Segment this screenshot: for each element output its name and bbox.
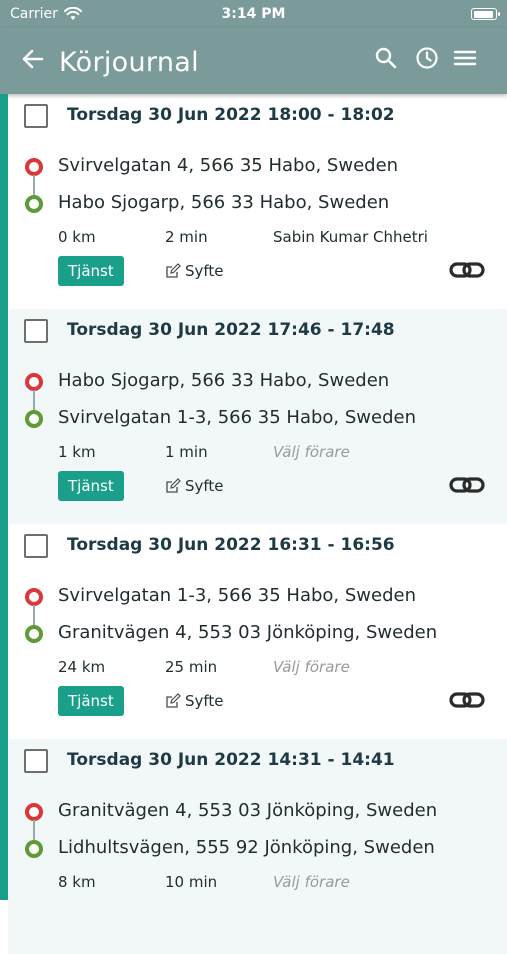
trip-card[interactable]: Torsdag 30 Jun 2022 17:46 - 17:48 Habo S…	[8, 309, 507, 524]
trip-distance: 8 km	[58, 873, 96, 891]
end-address: Habo Sjogarp, 566 33 Habo, Sweden	[58, 192, 390, 213]
route-connector	[33, 390, 35, 411]
trip-duration: 2 min	[165, 228, 208, 246]
trip-duration: 10 min	[165, 873, 218, 891]
edit-icon	[166, 478, 181, 493]
trip-checkbox[interactable]	[24, 749, 48, 773]
trip-card[interactable]: Torsdag 30 Jun 2022 14:31 - 14:41 Granit…	[8, 739, 507, 954]
end-location-icon	[25, 195, 43, 213]
link-icon[interactable]	[449, 258, 485, 282]
start-address: Svirvelgatan 1-3, 566 35 Habo, Sweden	[58, 585, 417, 606]
trip-card[interactable]: Torsdag 30 Jun 2022 18:00 - 18:02 Svirve…	[8, 94, 507, 309]
purpose-label: Syfte	[185, 477, 224, 495]
select-driver[interactable]: Välj förare	[273, 658, 350, 676]
start-address: Svirvelgatan 4, 566 35 Habo, Sweden	[58, 155, 399, 176]
battery-icon	[471, 8, 500, 20]
trip-date: Torsdag 30 Jun 2022 14:31 - 14:41	[67, 750, 395, 770]
purpose-button[interactable]: Syfte	[165, 477, 224, 495]
start-location-icon	[25, 158, 43, 176]
trip-checkbox[interactable]	[24, 104, 48, 128]
clock-icon[interactable]	[414, 45, 440, 71]
trip-duration: 1 min	[165, 443, 208, 461]
route-connector	[33, 175, 35, 196]
trip-checkbox[interactable]	[24, 319, 48, 343]
start-location-icon	[25, 803, 43, 821]
purpose-label: Syfte	[185, 692, 224, 710]
trip-type-tag[interactable]: Tjänst	[58, 686, 124, 716]
trip-date: Torsdag 30 Jun 2022 18:00 - 18:02	[67, 105, 395, 125]
trip-type-tag[interactable]: Tjänst	[58, 256, 124, 286]
start-location-icon	[25, 373, 43, 391]
start-address: Granitvägen 4, 553 03 Jönköping, Sweden	[58, 800, 438, 821]
link-icon[interactable]	[449, 473, 485, 497]
clock-time: 3:14 PM	[221, 6, 286, 22]
end-address: Lidhultsvägen, 555 92 Jönköping, Sweden	[58, 837, 435, 858]
end-location-icon	[25, 410, 43, 428]
trip-date: Torsdag 30 Jun 2022 17:46 - 17:48	[67, 320, 395, 340]
trip-checkbox[interactable]	[24, 534, 48, 558]
start-address: Habo Sjogarp, 566 33 Habo, Sweden	[58, 370, 390, 391]
status-bar: Carrier 3:14 PM	[0, 0, 507, 28]
trip-distance: 24 km	[58, 658, 106, 676]
search-icon[interactable]	[373, 45, 399, 71]
purpose-button[interactable]: Syfte	[165, 692, 224, 710]
trip-duration: 25 min	[165, 658, 218, 676]
select-driver[interactable]: Välj förare	[273, 443, 350, 461]
trip-list: Torsdag 30 Jun 2022 18:00 - 18:02 Svirve…	[8, 94, 507, 954]
select-driver[interactable]: Välj förare	[273, 873, 350, 891]
start-location-icon	[25, 588, 43, 606]
driver-name[interactable]: Sabin Kumar Chhetri	[273, 228, 428, 246]
end-address: Granitvägen 4, 553 03 Jönköping, Sweden	[58, 622, 438, 643]
edit-icon	[166, 263, 181, 278]
trip-card[interactable]: Torsdag 30 Jun 2022 16:31 - 16:56 Svirve…	[8, 524, 507, 739]
edit-icon	[166, 693, 181, 708]
menu-icon[interactable]	[452, 45, 478, 71]
route-connector	[33, 820, 35, 841]
end-location-icon	[25, 840, 43, 858]
trip-distance: 1 km	[58, 443, 96, 461]
page-title: Körjournal	[59, 47, 199, 78]
end-address: Svirvelgatan 1-3, 566 35 Habo, Sweden	[58, 407, 417, 428]
accent-bar	[0, 94, 8, 900]
app-header: Körjournal	[0, 28, 507, 94]
purpose-label: Syfte	[185, 262, 224, 280]
link-icon[interactable]	[449, 688, 485, 712]
purpose-button[interactable]: Syfte	[165, 262, 224, 280]
trip-distance: 0 km	[58, 228, 96, 246]
route-connector	[33, 605, 35, 626]
trip-type-tag[interactable]: Tjänst	[58, 471, 124, 501]
back-arrow-icon[interactable]	[20, 46, 46, 72]
end-location-icon	[25, 625, 43, 643]
trip-date: Torsdag 30 Jun 2022 16:31 - 16:56	[67, 535, 395, 555]
